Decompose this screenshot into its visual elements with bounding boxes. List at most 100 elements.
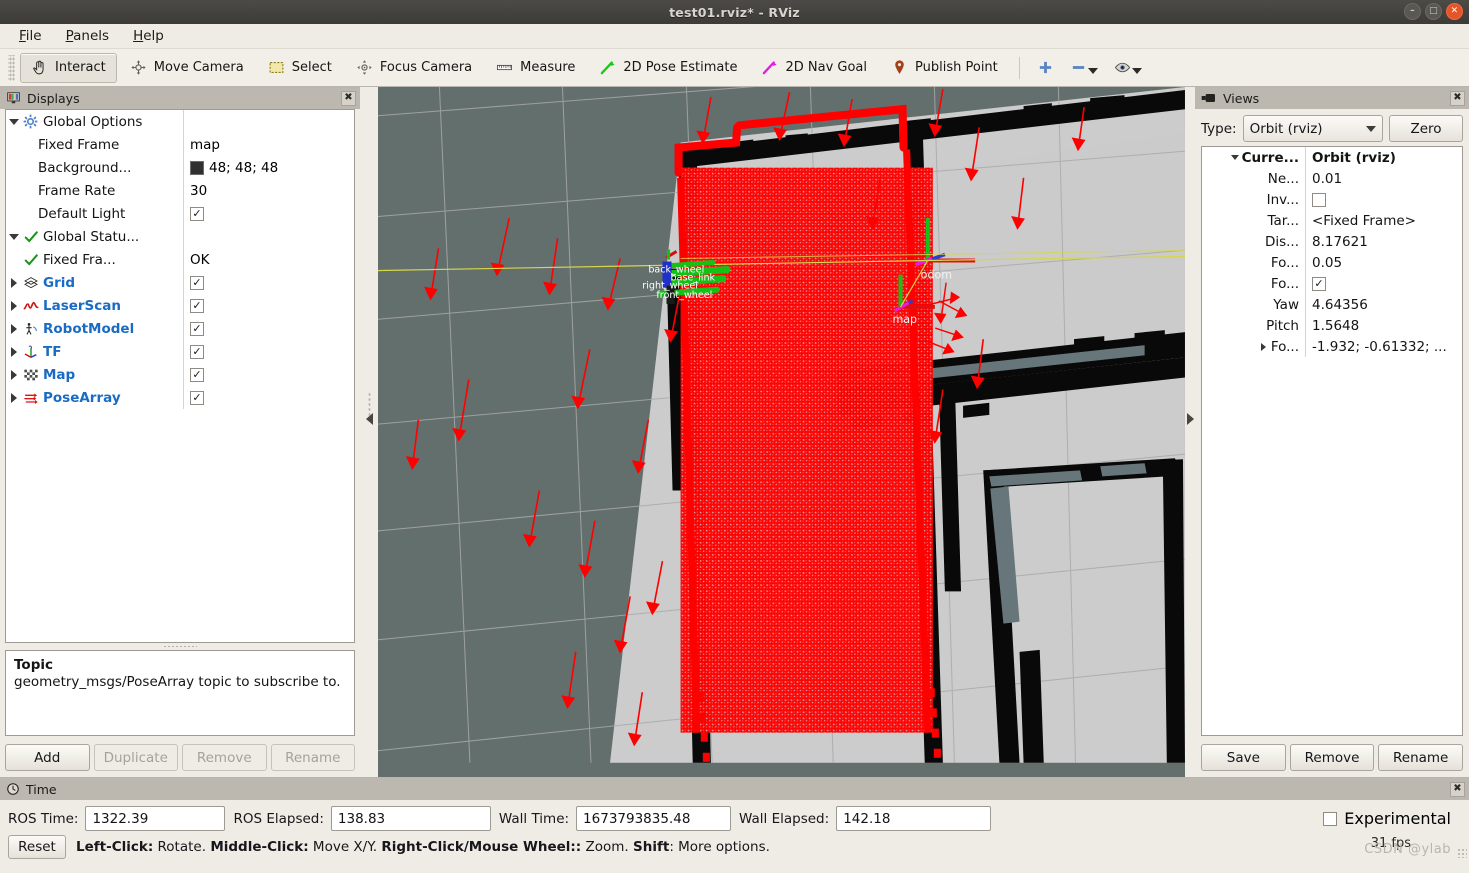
expand-arrow-laserscan[interactable]: [6, 301, 22, 311]
views-value-near-clip[interactable]: 0.01: [1312, 171, 1342, 187]
tree-row-robotmodel[interactable]: RobotModel ✓: [6, 317, 354, 340]
add-tool-button[interactable]: [1030, 55, 1061, 80]
tool-focus-camera[interactable]: Focus Camera: [345, 53, 483, 83]
remove-tool-button[interactable]: [1063, 55, 1105, 80]
maximize-button[interactable]: □: [1425, 3, 1442, 20]
expand-arrow-map[interactable]: [6, 370, 22, 380]
tree-row-fixed-frame-status[interactable]: Fixed Fra... OK: [6, 248, 354, 271]
expand-arrow-posearray[interactable]: [6, 393, 22, 403]
experimental-checkbox[interactable]: [1323, 811, 1338, 826]
tree-row-frame-rate[interactable]: Frame Rate 30: [6, 179, 354, 202]
views-row-pitch[interactable]: Pitch 1.5648: [1202, 315, 1462, 336]
right-splitter-collapse-icon[interactable]: [1187, 413, 1194, 425]
ros-time-input[interactable]: 1322.39: [85, 806, 226, 831]
views-row-target-frame[interactable]: Tar... <Fixed Frame>: [1202, 210, 1462, 231]
background-color-swatch[interactable]: [190, 160, 204, 175]
menu-help[interactable]: Help: [124, 26, 173, 46]
resize-grip[interactable]: [1457, 848, 1467, 858]
render-viewport[interactable]: odom map back_wheel base_link right_whee…: [378, 87, 1185, 777]
views-property-tree[interactable]: Curre... Orbit (rviz) Ne... 0.01 Inv... …: [1201, 146, 1463, 736]
right-splitter[interactable]: [1185, 87, 1195, 777]
view-tool-button[interactable]: [1107, 55, 1149, 80]
tree-label-robotmodel: RobotModel: [43, 320, 135, 337]
left-splitter-collapse-icon[interactable]: [366, 413, 373, 425]
tool-publish-point[interactable]: Publish Point: [880, 53, 1009, 83]
remove-view-button[interactable]: Remove: [1289, 744, 1375, 771]
laserscan-checkbox[interactable]: ✓: [190, 298, 204, 313]
focal-shape-fixed-checkbox[interactable]: ✓: [1312, 276, 1326, 291]
expand-arrow-global-options[interactable]: [6, 119, 22, 125]
tree-row-tf[interactable]: TF ✓: [6, 340, 354, 363]
expand-arrow-robotmodel[interactable]: [6, 324, 22, 334]
expand-arrow-focal-point[interactable]: [1257, 343, 1271, 351]
tf-checkbox[interactable]: ✓: [190, 344, 204, 359]
views-row-invert-z[interactable]: Inv...: [1202, 189, 1462, 210]
menu-panels[interactable]: Panels: [57, 26, 118, 46]
toolbar-drag-handle[interactable]: [8, 54, 15, 81]
views-row-focal-shape-fixed[interactable]: Fo... ✓: [1202, 273, 1462, 294]
views-row-focal-shape-size[interactable]: Fo... 0.05: [1202, 252, 1462, 273]
views-row-current-view[interactable]: Curre... Orbit (rviz): [1202, 147, 1462, 168]
tree-value-background-color[interactable]: 48; 48; 48: [209, 160, 278, 176]
expand-arrow-global-status[interactable]: [6, 234, 22, 240]
tool-select[interactable]: Select: [257, 53, 343, 83]
grid-checkbox[interactable]: ✓: [190, 275, 204, 290]
tool-interact[interactable]: Interact: [20, 52, 117, 83]
views-row-yaw[interactable]: Yaw 4.64356: [1202, 294, 1462, 315]
views-close-icon[interactable]: ✖: [1450, 90, 1465, 106]
view-type-select[interactable]: Orbit (rviz): [1242, 115, 1383, 142]
views-row-near-clip[interactable]: Ne... 0.01: [1202, 168, 1462, 189]
rviz-3d-scene[interactable]: odom map back_wheel base_link right_whee…: [378, 87, 1185, 763]
tree-row-background-color[interactable]: Background... 48; 48; 48: [6, 156, 354, 179]
tree-row-map[interactable]: Map ✓: [6, 363, 354, 386]
default-light-checkbox[interactable]: ✓: [190, 206, 204, 221]
views-value-distance[interactable]: 8.17621: [1312, 234, 1368, 250]
views-value-pitch[interactable]: 1.5648: [1312, 318, 1359, 334]
views-value-focal-shape-size[interactable]: 0.05: [1312, 255, 1342, 271]
tree-row-posearray[interactable]: PoseArray ✓: [6, 386, 354, 409]
left-splitter[interactable]: [360, 87, 378, 777]
view-tool-chevron-down-icon[interactable]: [1131, 68, 1142, 74]
map-checkbox[interactable]: ✓: [190, 367, 204, 382]
displays-tree[interactable]: Global Options Fixed Frame map Backgroun…: [5, 109, 355, 643]
ros-elapsed-input[interactable]: 138.83: [330, 806, 491, 831]
close-button[interactable]: ✕: [1446, 3, 1463, 20]
tree-row-global-status[interactable]: Global Statu...: [6, 225, 354, 248]
tool-measure[interactable]: Measure: [485, 53, 586, 83]
views-value-focal-point[interactable]: -1.932; -0.61332; ...: [1312, 339, 1447, 355]
tool-2d-pose-estimate[interactable]: 2D Pose Estimate: [588, 53, 748, 83]
displays-close-icon[interactable]: ✖: [341, 90, 356, 106]
menu-file[interactable]: FFileile: [10, 26, 51, 46]
remove-tool-chevron-down-icon[interactable]: [1087, 68, 1098, 74]
experimental-toggle[interactable]: Experimental: [1323, 809, 1461, 828]
tree-row-global-options[interactable]: Global Options: [6, 110, 354, 133]
zero-button[interactable]: Zero: [1389, 115, 1463, 142]
views-row-focal-point[interactable]: Fo... -1.932; -0.61332; ...: [1202, 336, 1462, 357]
expand-arrow-grid[interactable]: [6, 278, 22, 288]
wall-time-input[interactable]: 1673793835.48: [576, 806, 732, 831]
expand-arrow-current-view[interactable]: [1228, 155, 1242, 160]
expand-arrow-tf[interactable]: [6, 347, 22, 357]
save-view-button[interactable]: Save: [1201, 744, 1286, 771]
tree-value-frame-rate[interactable]: 30: [190, 183, 207, 199]
posearray-checkbox[interactable]: ✓: [190, 390, 204, 405]
time-close-icon[interactable]: ✖: [1450, 781, 1465, 797]
tree-value-fixed-frame[interactable]: map: [190, 137, 220, 153]
tree-row-default-light[interactable]: Default Light ✓: [6, 202, 354, 225]
tool-2d-nav-goal[interactable]: 2D Nav Goal: [750, 53, 878, 83]
reset-button[interactable]: Reset: [8, 835, 66, 859]
rename-view-button[interactable]: Rename: [1378, 744, 1464, 771]
tool-move-camera[interactable]: Move Camera: [119, 53, 255, 83]
views-value-target-frame[interactable]: <Fixed Frame>: [1312, 213, 1416, 229]
invert-z-checkbox[interactable]: [1312, 192, 1326, 207]
minimize-button[interactable]: –: [1404, 3, 1421, 20]
displays-horizontal-splitter[interactable]: [0, 643, 360, 650]
tree-row-laserscan[interactable]: LaserScan ✓: [6, 294, 354, 317]
views-value-yaw[interactable]: 4.64356: [1312, 297, 1368, 313]
add-button[interactable]: Add: [5, 744, 90, 771]
tree-row-fixed-frame[interactable]: Fixed Frame map: [6, 133, 354, 156]
wall-elapsed-input[interactable]: 142.18: [836, 806, 992, 831]
tree-row-grid[interactable]: Grid ✓: [6, 271, 354, 294]
views-row-distance[interactable]: Dis... 8.17621: [1202, 231, 1462, 252]
robotmodel-checkbox[interactable]: ✓: [190, 321, 204, 336]
